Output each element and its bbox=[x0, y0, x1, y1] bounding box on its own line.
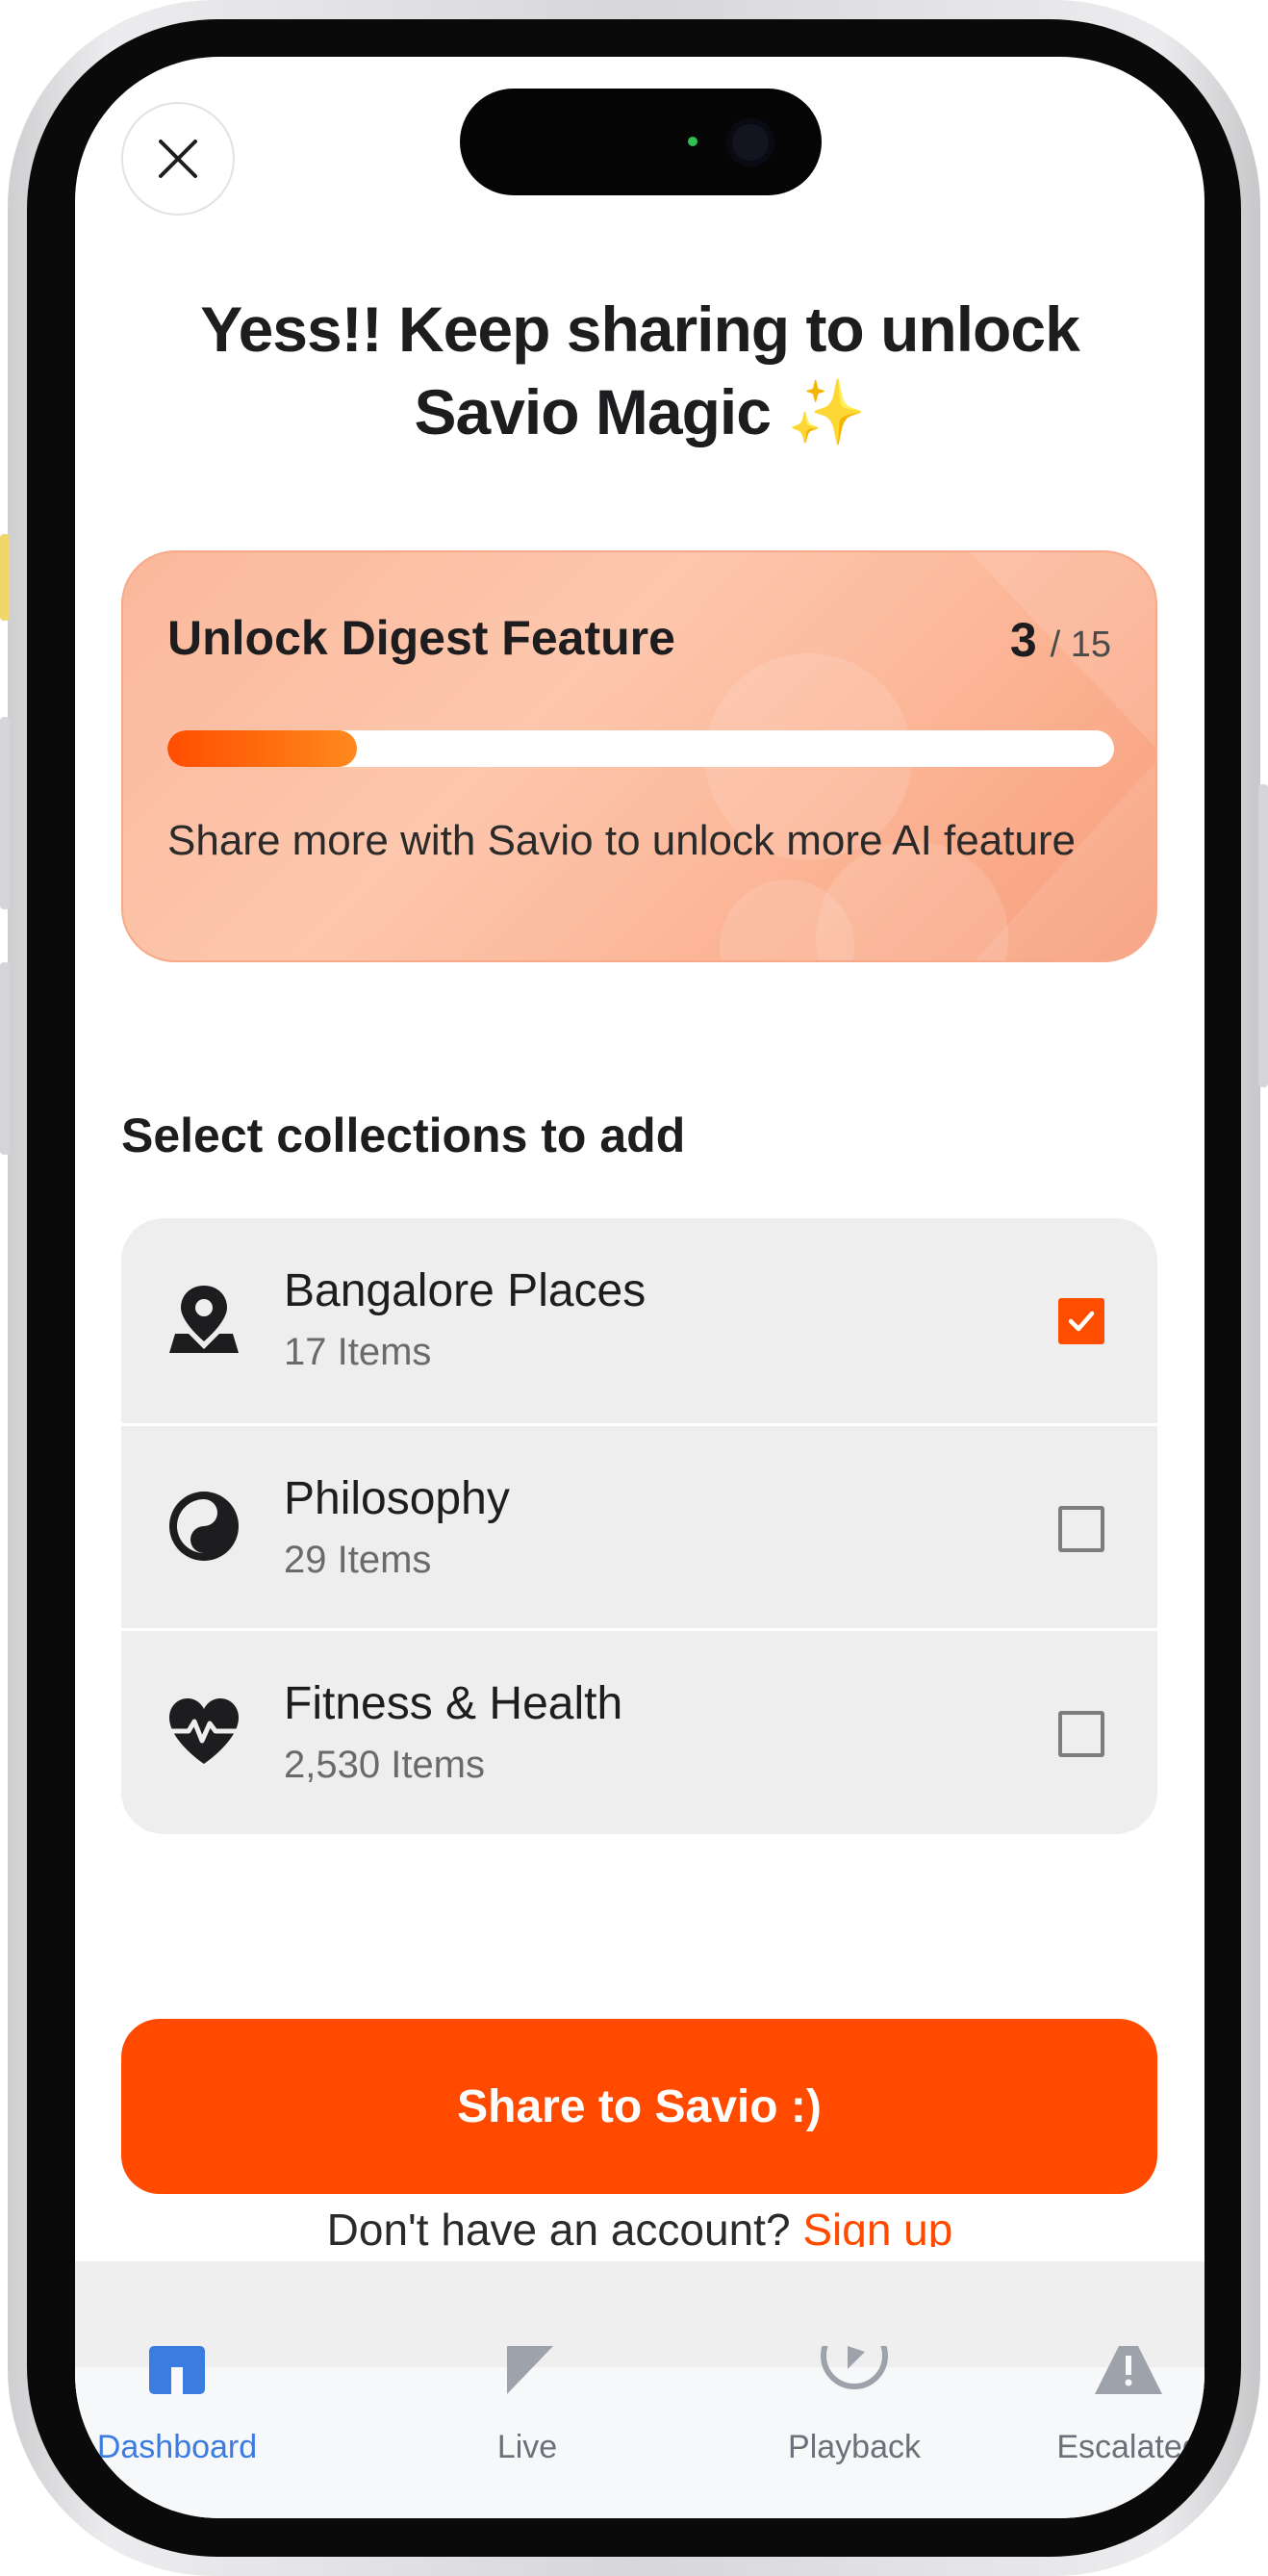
share-to-savio-button[interactable]: Share to Savio :) bbox=[121, 2019, 1157, 2194]
collection-row-fitness-health[interactable]: Fitness & Health 2,530 Items bbox=[121, 1628, 1157, 1833]
unlock-current-count: 3 bbox=[1009, 613, 1037, 667]
unlock-title: Unlock Digest Feature bbox=[167, 611, 675, 665]
collection-name: Philosophy bbox=[284, 1473, 510, 1524]
unlock-progress-fill bbox=[167, 730, 357, 767]
tab-live[interactable]: Live bbox=[469, 2346, 585, 2518]
tab-label: Escalated bbox=[1056, 2429, 1201, 2465]
collection-name: Bangalore Places bbox=[284, 1265, 647, 1316]
play-icon bbox=[494, 2346, 561, 2396]
action-button bbox=[0, 534, 10, 621]
playback-icon bbox=[821, 2346, 888, 2396]
tab-label: Dashboard bbox=[96, 2429, 258, 2465]
unlock-feature-card: Unlock Digest Feature 3 / 15 Share more … bbox=[121, 550, 1157, 962]
collections-list: Bangalore Places 17 Items Philosophy 29 … bbox=[121, 1218, 1157, 1834]
collection-name: Fitness & Health bbox=[284, 1678, 623, 1729]
collection-checkbox[interactable] bbox=[1058, 1506, 1104, 1552]
volume-up-button bbox=[0, 717, 10, 909]
screen: Yess!! Keep sharing to unlock Savio Magi… bbox=[75, 57, 1205, 2518]
collection-checkbox[interactable] bbox=[1058, 1298, 1104, 1344]
page-title-line2: Savio Magic ✨ bbox=[414, 376, 867, 447]
signup-link[interactable]: Sign up bbox=[802, 2212, 952, 2247]
tab-dashboard[interactable]: Dashboard bbox=[94, 2346, 260, 2518]
tab-label: Playback bbox=[788, 2429, 921, 2465]
power-button bbox=[1258, 784, 1268, 1087]
content-divider bbox=[75, 2261, 1205, 2367]
signup-prompt: Don't have an account? Sign up bbox=[75, 2212, 1205, 2247]
tab-escalated[interactable]: Escalated bbox=[1052, 2346, 1205, 2518]
home-icon bbox=[143, 2346, 211, 2396]
unlock-progress-count: 3 / 15 bbox=[1010, 612, 1111, 668]
camera-indicator-icon bbox=[688, 137, 697, 146]
unlock-subtitle: Share more with Savio to unlock more AI … bbox=[167, 817, 1077, 864]
camera-icon bbox=[726, 118, 774, 166]
collection-count: 17 Items bbox=[284, 1331, 432, 1373]
collection-count: 29 Items bbox=[284, 1539, 432, 1581]
heart-pulse-icon bbox=[164, 1691, 244, 1772]
tab-playback[interactable]: Playback bbox=[782, 2346, 926, 2518]
dynamic-island bbox=[460, 89, 822, 195]
device-frame: Yess!! Keep sharing to unlock Savio Magi… bbox=[0, 0, 1268, 2576]
close-button[interactable] bbox=[121, 102, 235, 216]
close-icon bbox=[159, 140, 197, 178]
unlock-total-count: / 15 bbox=[1050, 625, 1111, 665]
collection-count: 2,530 Items bbox=[284, 1744, 486, 1786]
page-title-line1: Yess!! Keep sharing to unlock bbox=[200, 293, 1080, 365]
collections-section-title: Select collections to add bbox=[121, 1109, 686, 1162]
checkmark-icon bbox=[1068, 1311, 1095, 1332]
unlock-progress-bar bbox=[167, 730, 1114, 767]
map-pin-icon bbox=[164, 1278, 244, 1359]
signup-prompt-text: Don't have an account? bbox=[326, 2212, 791, 2247]
collection-checkbox[interactable] bbox=[1058, 1711, 1104, 1757]
bottom-tab-bar: Dashboard Live Playback Escalated bbox=[75, 2346, 1205, 2518]
collection-row-philosophy[interactable]: Philosophy 29 Items bbox=[121, 1423, 1157, 1628]
volume-down-button bbox=[0, 962, 10, 1155]
collection-row-bangalore-places[interactable]: Bangalore Places 17 Items bbox=[121, 1218, 1157, 1423]
page-title: Yess!! Keep sharing to unlock Savio Magi… bbox=[75, 288, 1205, 453]
yin-yang-icon bbox=[164, 1486, 244, 1567]
tab-label: Live bbox=[496, 2429, 558, 2465]
warning-icon bbox=[1095, 2346, 1162, 2396]
